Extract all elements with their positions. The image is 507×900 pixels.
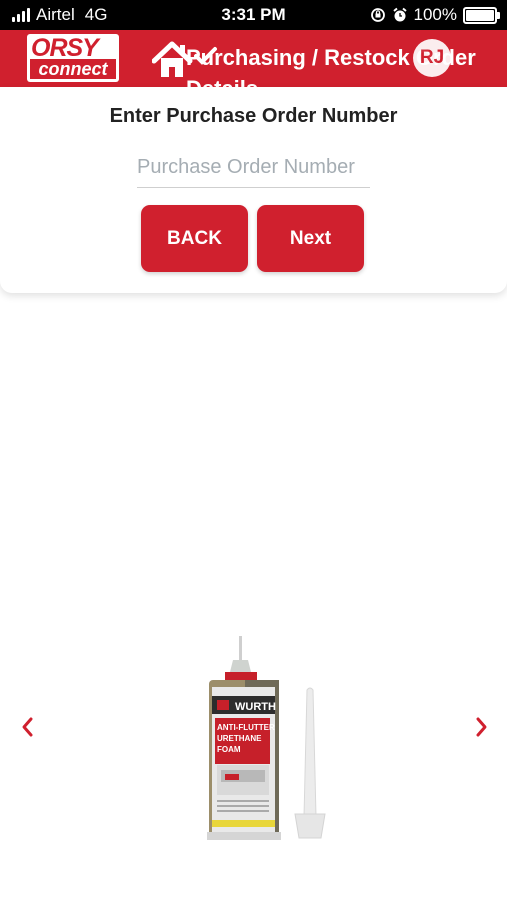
next-button[interactable]: Next — [257, 205, 364, 272]
product-label-line1: ANTI-FLUTTER — [217, 723, 275, 732]
product-label-line3: FOAM — [217, 745, 241, 754]
purchase-order-card: Enter Purchase Order Number BACK Next — [0, 87, 507, 293]
user-avatar[interactable]: RJ — [413, 39, 451, 77]
back-button[interactable]: BACK — [141, 205, 248, 272]
status-bar: Airtel 4G 3:31 PM 100% — [0, 0, 507, 30]
logo-text-connect: connect — [30, 59, 116, 79]
alarm-clock-icon — [392, 7, 407, 22]
status-right: 100% — [370, 5, 500, 25]
product-brand: WURTH — [235, 701, 276, 713]
product-image: WURTH ANTI-FLUTTER URETHANE FOAM — [207, 636, 326, 840]
checkmark-icon — [194, 47, 217, 65]
home-icon[interactable] — [152, 40, 222, 80]
purchase-order-input[interactable] — [137, 147, 370, 188]
battery-percentage: 100% — [413, 5, 457, 24]
orientation-lock-icon — [370, 8, 385, 22]
battery-icon — [463, 6, 500, 24]
chevron-right-icon[interactable] — [471, 715, 491, 739]
product-label-line2: URETHANE — [217, 734, 262, 743]
app-header: ORSY connect Purchasing / Restock Order … — [0, 30, 507, 87]
chevron-left-icon[interactable] — [18, 715, 38, 739]
orsy-connect-logo[interactable]: ORSY connect — [27, 34, 119, 82]
card-title: Enter Purchase Order Number — [109, 105, 398, 127]
